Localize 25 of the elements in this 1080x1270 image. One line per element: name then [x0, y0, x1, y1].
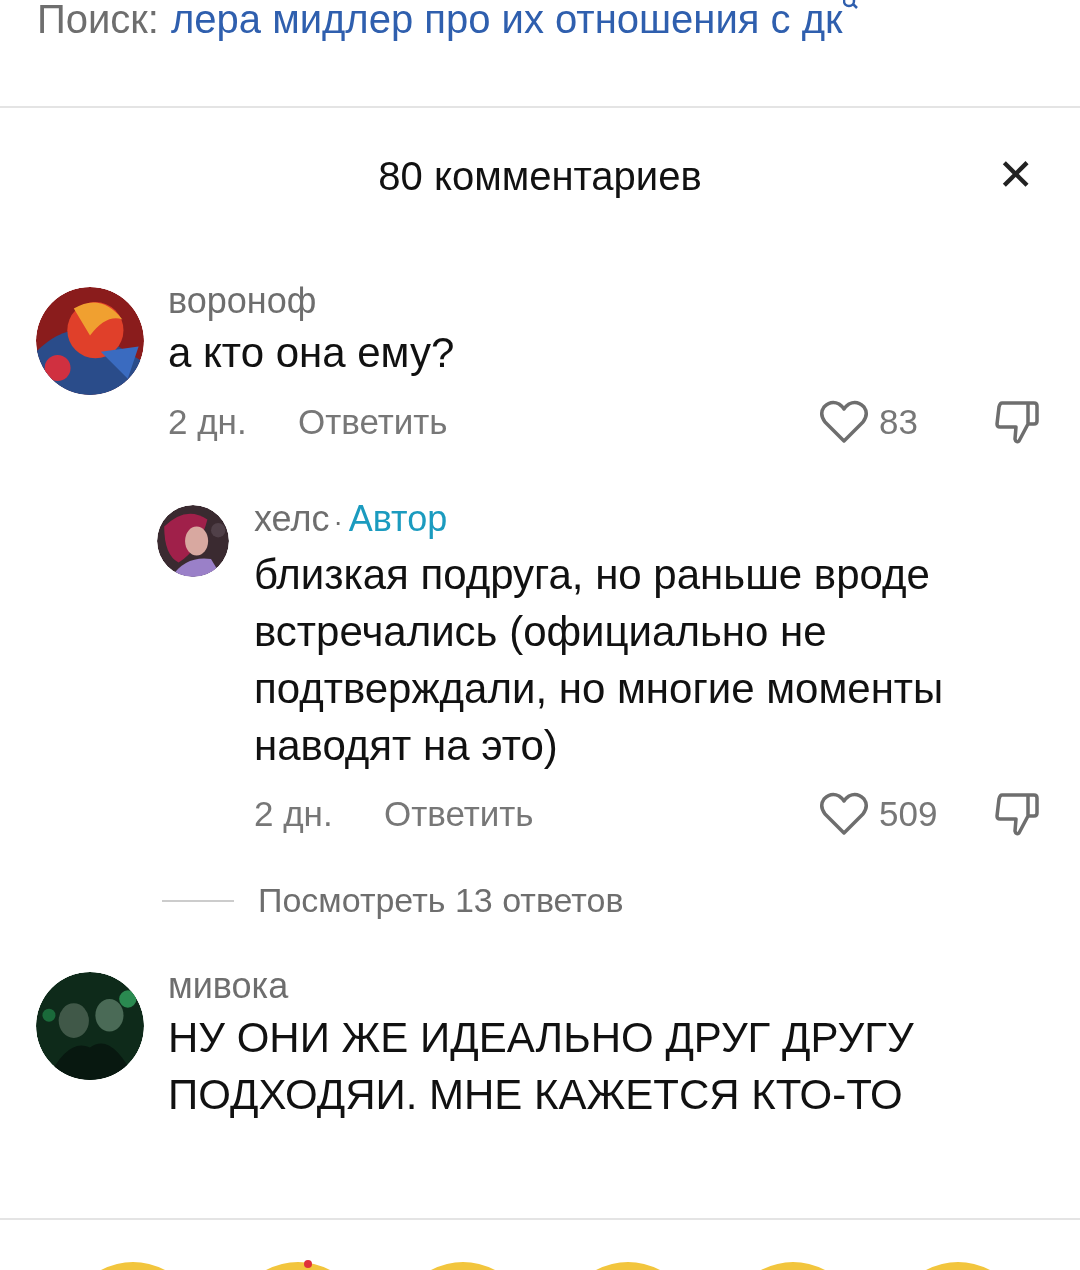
- comment-time: 2 дн.: [168, 402, 248, 442]
- thumbs-down-icon[interactable]: [994, 399, 1040, 445]
- emoji-icon[interactable]: [265, 1260, 330, 1270]
- like-count: 509: [879, 794, 938, 834]
- close-button[interactable]: ✕: [997, 152, 1034, 198]
- comment-text: НУ ОНИ ЖЕ ИДЕАЛЬНО ДРУГ ДРУГУ ПОДХОДЯИ. МНЕ КАЖЕТСЯ КТО-ТО: [168, 1013, 915, 1120]
- separator-dot: ·: [333, 505, 343, 539]
- search-icon[interactable]: [842, 0, 859, 11]
- reply-link[interactable]: Ответить: [384, 794, 819, 834]
- comment-text: а кто она ему?: [168, 328, 456, 378]
- thumbs-down-icon[interactable]: [994, 791, 1040, 837]
- heart-icon[interactable]: [819, 399, 869, 445]
- search-label: Поиск:: [37, 0, 159, 39]
- heart-icon[interactable]: [819, 791, 869, 837]
- author-name[interactable]: мивока: [168, 966, 289, 1006]
- comment-time: 2 дн.: [254, 794, 334, 834]
- like-count: 83: [879, 402, 918, 442]
- search-query[interactable]: лера мидлер про их отношения с дк: [170, 0, 843, 39]
- author-name[interactable]: вороноф: [168, 281, 317, 321]
- sheet-title: 80 комментариев: [378, 153, 702, 200]
- comment-text: близкая подруга, но раньше вроде встречались (официально не подтверждали, но многие моменты наводят на это): [254, 550, 945, 771]
- reply-link[interactable]: Ответить: [298, 402, 819, 442]
- view-replies-link[interactable]: Посмотреть 13 ответов: [258, 881, 624, 920]
- author-label: Автор: [348, 499, 448, 539]
- author-name[interactable]: хелс: [254, 499, 330, 539]
